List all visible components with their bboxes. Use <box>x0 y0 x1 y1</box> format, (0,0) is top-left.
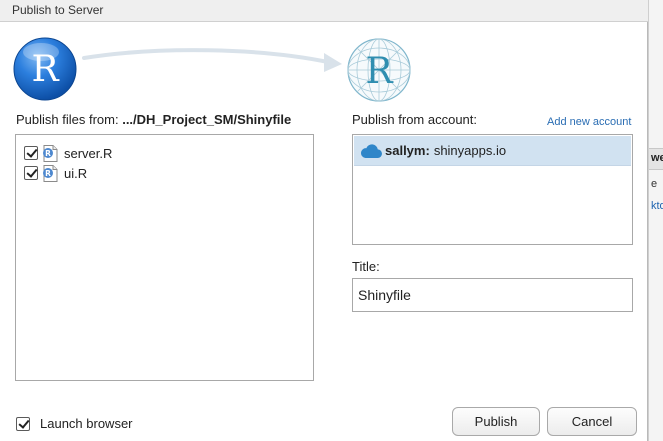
publish-button[interactable]: Publish <box>452 407 540 436</box>
cancel-button[interactable]: Cancel <box>547 407 637 436</box>
window-title: Publish to Server <box>12 3 104 17</box>
r-logo-letter: R <box>31 49 59 90</box>
file-name: ui.R <box>64 165 88 181</box>
add-new-account-link[interactable]: Add new account <box>547 116 631 128</box>
svg-text:R: R <box>45 169 51 178</box>
title-input[interactable] <box>352 278 633 312</box>
r-file-icon: R <box>43 164 58 182</box>
publish-dialog: Publish to Server R R Publish files from… <box>0 0 648 441</box>
launch-browser-checkbox[interactable] <box>16 416 30 431</box>
background-app-panel: we e kto <box>648 0 663 441</box>
title-label: Title: <box>352 259 380 274</box>
svg-text:R: R <box>45 149 51 158</box>
cloud-icon <box>360 143 382 158</box>
r-globe-letter: R <box>365 51 393 92</box>
r-file-icon: R <box>43 144 58 162</box>
background-link-text: kto <box>651 200 663 212</box>
files-label-prefix: Publish files from: <box>16 112 123 127</box>
file-name: server.R <box>64 145 113 161</box>
files-label: Publish files from: .../DH_Project_SM/Sh… <box>16 112 291 127</box>
background-header-text: we <box>651 152 663 164</box>
background-row-text: e <box>651 178 658 190</box>
account-user: sallym: <box>385 143 430 158</box>
title-bar: Publish to Server <box>0 0 648 22</box>
file-checkbox[interactable] <box>24 166 38 180</box>
account-server: shinyapps.io <box>433 143 507 158</box>
launch-browser-label: Launch browser <box>40 416 133 431</box>
r-globe-logo-icon: R <box>347 38 411 102</box>
file-list: R server.R R ui.R <box>15 134 314 381</box>
account-list: sallym: shinyapps.io <box>352 134 633 245</box>
file-checkbox[interactable] <box>24 146 38 160</box>
files-path: .../DH_Project_SM/Shinyfile <box>122 112 292 127</box>
r-logo-icon: R <box>13 37 77 101</box>
account-label: Publish from account: <box>352 112 478 127</box>
file-list-item[interactable]: R ui.R <box>24 164 87 182</box>
account-list-item[interactable]: sallym: shinyapps.io <box>354 136 631 166</box>
launch-browser-option[interactable]: Launch browser <box>16 416 133 431</box>
file-list-item[interactable]: R server.R <box>24 144 112 162</box>
arrow-right-icon <box>82 48 342 72</box>
